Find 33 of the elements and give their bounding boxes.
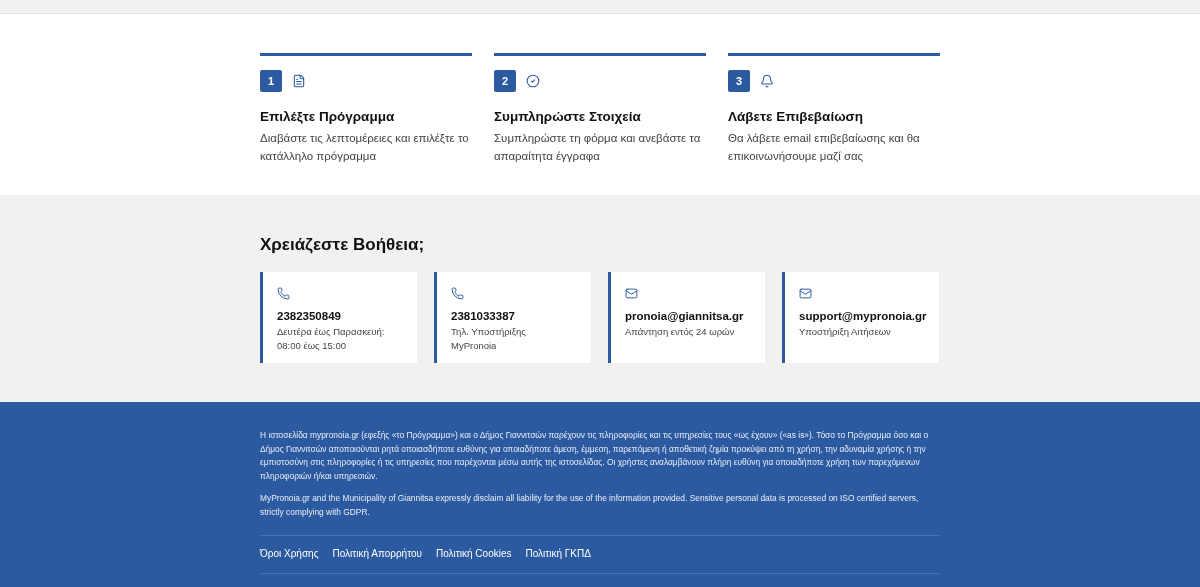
footer-link[interactable]: Πολιτική ΓΚΠΔ bbox=[525, 548, 591, 559]
step-title: Συμπληρώστε Στοιχεία bbox=[494, 109, 642, 124]
contact-note: Απάντηση εντός 24 ωρών bbox=[625, 325, 736, 339]
mail-icon bbox=[799, 287, 812, 300]
disclaimer-text: MyPronoia.gr and the Municipality of Giannitsa expressly disclaim all liability for the use of the information provided. Sensitive personal data is processed on ISO certified servers, strictly complying with GDPR. bbox=[260, 492, 920, 519]
step-description: Θα λάβετε email επιβεβαίωσης και θα επικοινωνήσουμε μαζί σας bbox=[728, 131, 921, 164]
contact-value: 2381033387 bbox=[451, 310, 516, 322]
contact-value: pronoia@giannitsa.gr bbox=[625, 310, 745, 322]
step-description: Συμπληρώστε τη φόρμα και ανεβάστε τα απαραίτητα έγγραφα bbox=[494, 131, 702, 164]
step-number: 3 bbox=[728, 70, 750, 92]
contact-note: 08:00 έως 15:00 bbox=[277, 339, 348, 353]
help-heading: Χρειάζεστε Βοήθεια; bbox=[260, 235, 426, 255]
phone-icon bbox=[277, 287, 290, 300]
footer-link[interactable]: Πολιτική Cookies bbox=[436, 548, 512, 559]
step-title: Επιλέξτε Πρόγραμμα bbox=[260, 109, 396, 124]
bell-icon bbox=[760, 74, 774, 88]
step-description: Διαβάστε τις λεπτομέρειες και επιλέξτε το κατάλληλο πρόγραμμα bbox=[260, 131, 470, 164]
document-icon bbox=[292, 74, 306, 88]
step-title: Λάβετε Επιβεβαίωση bbox=[728, 109, 865, 124]
contact-note: Δευτέρα έως Παρασκευή: bbox=[277, 325, 386, 339]
contact-note: MyPronoia bbox=[451, 339, 498, 353]
contact-note: Υποστήριξη Αιτήσεων bbox=[799, 325, 892, 339]
disclaimer-text: Η ιστοσελίδα mypronoia.gr (εφεξής «το Πρόγραμμα») και ο Δήμος Γιαννιτσών παρέχουν τις πληροφορίες και τις υπηρεσίες τους «ως έχουν» («as is»). Τόσο το Πρόγραμμα όσο και ο Δήμος Γιαννιτσών αποποιούνται ρητά οποιασδήποτε ευθύνης για οποιαδήποτε άμεση, έμμεση, παρεπόμενη ή αποθετική ζημία προκύψει από τη χρήση, την αδυναμία χρήσης ή την εμπιστοσύνη στις πληροφορίες ή τις υπηρεσίες που παρέχονται μέσω αυτής της ιστοσελίδας. Οι χρήστες αναλαμβάνουν πλήρη ευθύνη για οποιαδήποτε χρήση των παρεχόμενων πληροφοριών ή/και υπηρεσιών. bbox=[260, 429, 930, 483]
phone-icon bbox=[451, 287, 464, 300]
check-circle-icon bbox=[526, 74, 540, 88]
mail-icon bbox=[625, 287, 638, 300]
contact-note: Τηλ. Υποστήριξης bbox=[451, 325, 527, 339]
step-number: 2 bbox=[494, 70, 516, 92]
contact-value: 2382350849 bbox=[277, 310, 342, 322]
contact-value: support@mypronoia.gr bbox=[799, 310, 928, 322]
footer-link[interactable]: Όροι Χρήσης bbox=[260, 548, 319, 559]
step-number: 1 bbox=[260, 70, 282, 92]
footer-link[interactable]: Πολιτική Απορρήτου bbox=[332, 548, 422, 559]
